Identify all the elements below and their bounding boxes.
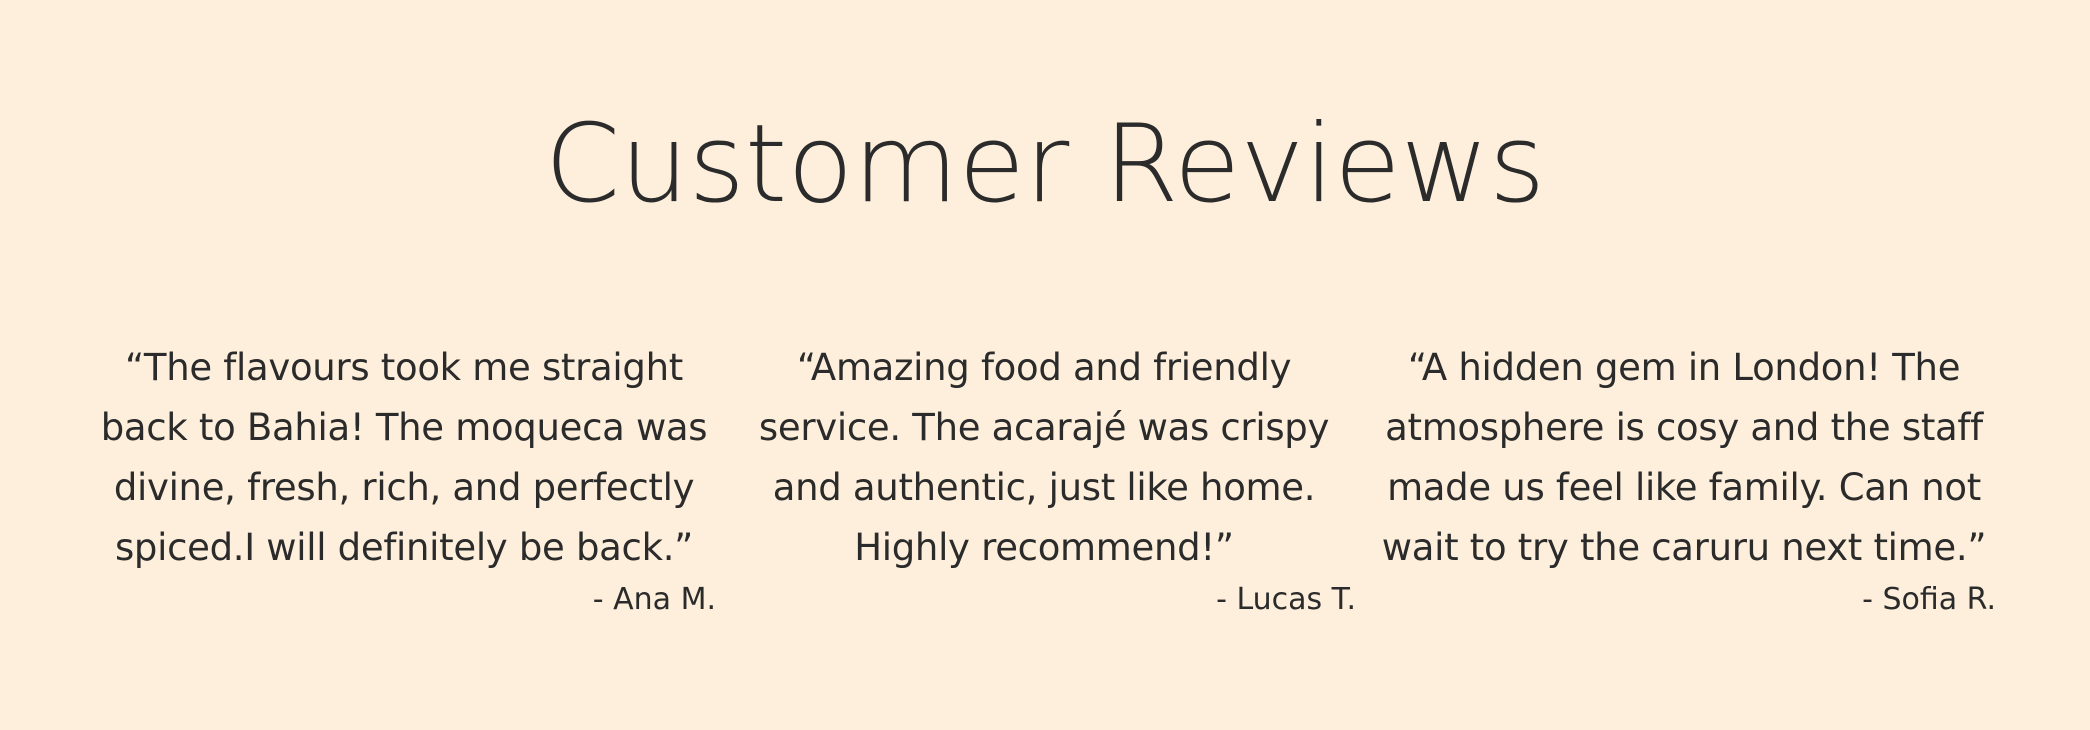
review-quote: “Amazing food and friendly service. The … — [758, 346, 1330, 569]
customer-reviews-section: Customer Reviews “The flavours took me s… — [0, 0, 2090, 730]
review-card: “Amazing food and friendly service. The … — [732, 338, 1356, 620]
section-title: Customer Reviews — [544, 102, 1546, 227]
review-quote: “The flavours took me straight back to B… — [100, 346, 708, 569]
review-quote: “A hidden gem in London! The atmosphere … — [1381, 346, 1987, 569]
review-author: - Sofia R. — [1862, 582, 1996, 617]
review-author: - Lucas T. — [1216, 582, 1356, 617]
review-author: - Ana M. — [592, 582, 716, 617]
review-card: “The flavours took me straight back to B… — [92, 338, 716, 620]
review-card: “A hidden gem in London! The atmosphere … — [1372, 338, 1996, 620]
